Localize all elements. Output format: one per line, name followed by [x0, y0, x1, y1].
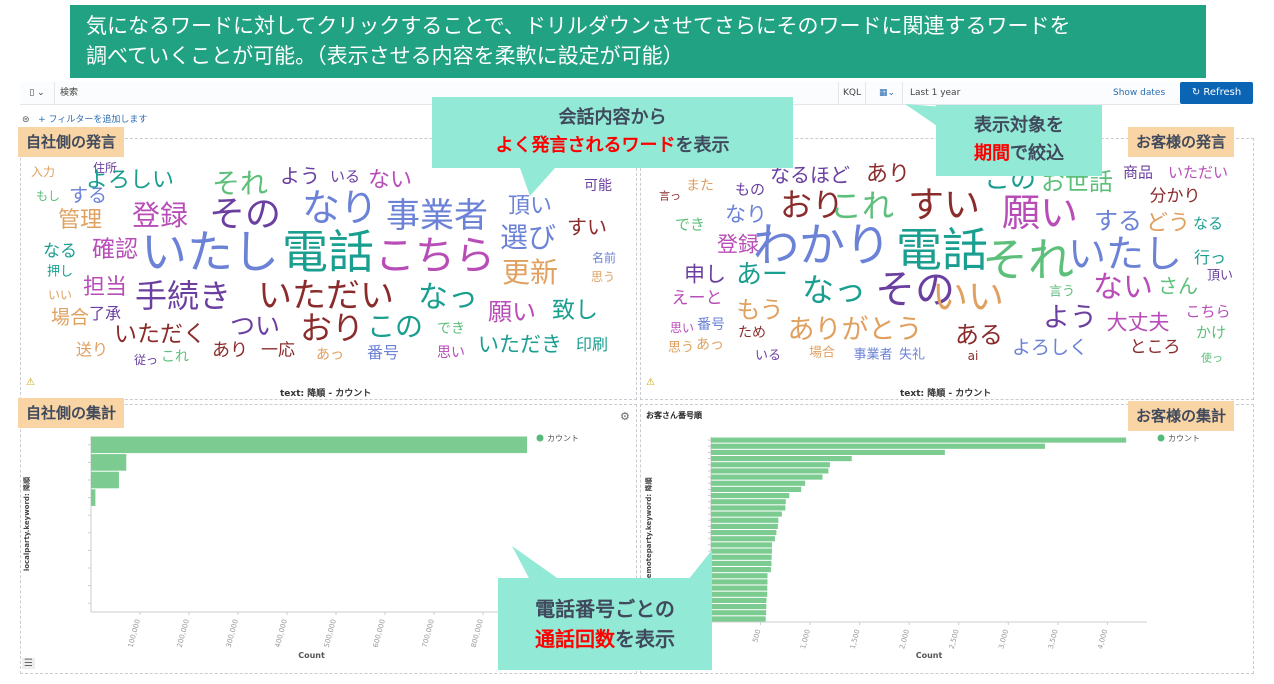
callout-tail — [520, 168, 555, 196]
callout-text: 電話番号ごとの — [535, 597, 675, 621]
callout-call-count: 電話番号ごとの 通話回数を表示 — [498, 578, 712, 670]
callout-highlight: 通話回数 — [535, 627, 615, 651]
callout-highlight: 期間 — [974, 143, 1010, 164]
callout-text: を表示 — [615, 627, 675, 651]
callout-text: で絞込 — [1010, 143, 1064, 164]
callout-text: を表示 — [675, 135, 730, 156]
callout-text: 表示対象を — [974, 115, 1064, 136]
callout-wordcloud: 会話内容から よく発言されるワードを表示 — [432, 97, 793, 168]
callout-text: 会話内容から — [558, 107, 667, 128]
callout-highlight: よく発言されるワード — [495, 135, 676, 156]
callout-tail — [688, 550, 712, 580]
callout-tail — [512, 546, 560, 580]
callout-period: 表示対象を 期間で絞込 — [936, 105, 1102, 176]
